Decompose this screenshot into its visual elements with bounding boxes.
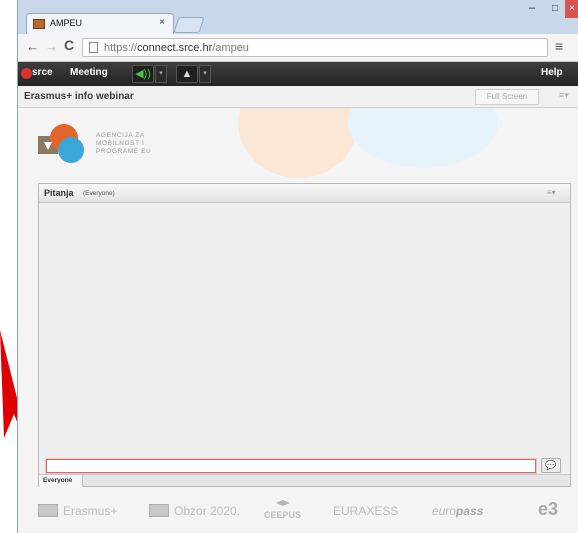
url-path: /ampeu xyxy=(212,42,249,54)
eu-flag-icon xyxy=(38,504,58,517)
new-tab-button[interactable] xyxy=(173,17,205,33)
meeting-header: Erasmus+ info webinar Full Screen ≡▾ xyxy=(18,86,578,108)
back-arrow-icon[interactable]: ← xyxy=(26,39,39,54)
browser-menu-icon[interactable]: ≡ xyxy=(555,38,563,54)
tab-close-icon[interactable]: × xyxy=(159,17,165,28)
agency-name: AGENCIJA ZA MOBILNOST I PROGRAME EU xyxy=(96,132,151,156)
maximize-button[interactable]: □ xyxy=(545,0,565,18)
minimize-button[interactable]: – xyxy=(520,0,544,18)
meeting-stage: AGENCIJA ZA MOBILNOST I PROGRAME EU Pita… xyxy=(18,108,578,533)
tab-title: AMPEU xyxy=(50,18,83,28)
srce-logo-text: srce xyxy=(32,67,53,78)
forward-arrow-icon[interactable]: → xyxy=(45,39,58,54)
erasmus-logo: Erasmus+ xyxy=(38,504,117,518)
agency-line: PROGRAME EU xyxy=(96,148,152,155)
obzor-logo: Obzor 2020. xyxy=(149,504,240,518)
euraxess-logo: EURAXESS xyxy=(333,504,398,518)
browser-toolbar: ← → C https://connect.srce.hr/ampeu ≡ xyxy=(18,34,578,62)
chat-pod-title: Pitanja xyxy=(44,188,74,198)
ceepus-label: CEEPUS xyxy=(264,510,302,520)
agency-line: MOBILNOST I xyxy=(96,140,145,147)
chat-tabs: Everyone xyxy=(39,474,570,487)
screenshot-stage: AMPEU × – □ × ← → C https://connect.srce… xyxy=(0,0,578,533)
chat-pod: Pitanja (Everyone) ≡▾ 💬 Everyone xyxy=(38,183,571,487)
browser-titlebar: AMPEU × – □ × xyxy=(18,0,578,34)
chat-pod-menu-icon[interactable]: ≡▾ xyxy=(547,188,556,197)
graduation-cap-icon xyxy=(275,500,290,506)
help-menu[interactable]: Help xyxy=(541,67,563,78)
background-shape xyxy=(238,108,358,178)
favicon-icon xyxy=(33,19,45,29)
presenter-dropdown-icon[interactable]: ▾ xyxy=(199,65,211,83)
eu-flag-icon xyxy=(149,504,169,517)
chat-pod-header: Pitanja (Everyone) ≡▾ xyxy=(39,184,570,203)
address-bar[interactable]: https://connect.srce.hr/ampeu xyxy=(82,38,548,57)
meeting-options-icon[interactable]: ≡▾ xyxy=(559,90,569,101)
chat-messages-area[interactable] xyxy=(39,204,570,458)
reload-icon[interactable]: C xyxy=(64,37,74,53)
close-window-button[interactable]: × xyxy=(565,0,578,18)
agency-logo-icon xyxy=(38,124,84,163)
presenter-icon[interactable]: ▲ xyxy=(176,65,198,83)
url-scheme: https:// xyxy=(104,42,138,54)
agency-line: AGENCIJA ZA xyxy=(96,132,145,139)
europass-label-b: pass xyxy=(456,504,484,518)
background-shape xyxy=(348,108,498,168)
chat-message-input[interactable] xyxy=(46,459,536,473)
euraxess-label: EURAXESS xyxy=(333,504,399,518)
europass-logo: europass xyxy=(432,504,483,518)
erasmus-label: Erasmus+ xyxy=(63,504,118,518)
speaker-icon[interactable]: ◀)) xyxy=(132,65,154,83)
full-screen-button[interactable]: Full Screen xyxy=(475,89,539,105)
url-host: connect.srce.hr xyxy=(137,42,213,54)
url-text: https://connect.srce.hr/ampeu xyxy=(104,42,249,54)
sponsor-logos: Erasmus+ Obzor 2020. CEEPUS EURAXESS eur… xyxy=(18,492,578,533)
e3-logo: e3 xyxy=(538,499,559,519)
speaker-dropdown-icon[interactable]: ▾ xyxy=(155,65,167,83)
europass-label-a: euro xyxy=(432,504,457,518)
ceepus-logo: CEEPUS xyxy=(264,500,301,520)
page-icon xyxy=(89,42,98,53)
tab-everyone[interactable]: Everyone xyxy=(39,475,83,487)
send-message-button[interactable]: 💬 xyxy=(541,458,561,473)
meeting-title: Erasmus+ info webinar xyxy=(24,91,134,102)
browser-tab[interactable]: AMPEU × xyxy=(26,13,174,34)
meeting-menu[interactable]: Meeting xyxy=(70,67,108,78)
browser-window: AMPEU × – □ × ← → C https://connect.srce… xyxy=(17,0,578,533)
srce-logo-icon xyxy=(21,68,32,79)
chat-audience-label: (Everyone) xyxy=(83,190,115,197)
connect-app-bar: srce Meeting ◀)) ▾ ▲ ▾ Help xyxy=(18,62,578,86)
obzor-label: Obzor 2020. xyxy=(174,504,241,518)
